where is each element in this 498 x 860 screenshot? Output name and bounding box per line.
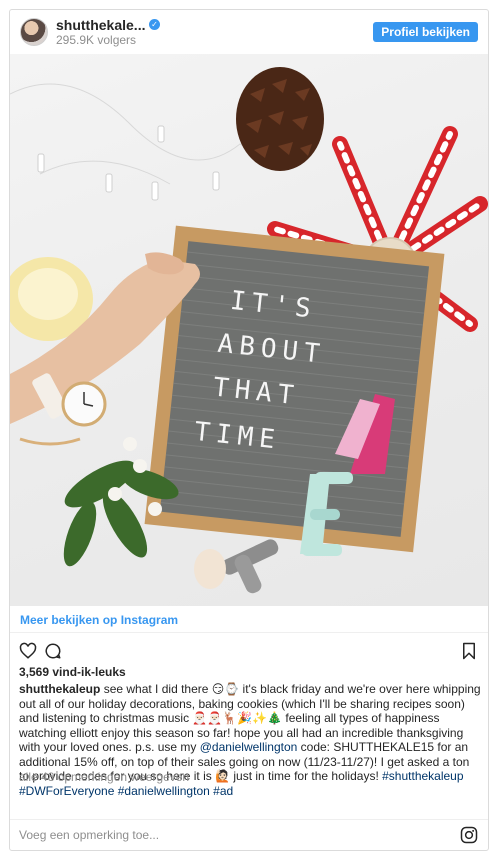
like-count: 3,569 vind-ik-leuks	[19, 665, 126, 679]
view-more-bar: Meer bekijken op Instagram	[10, 606, 488, 633]
caption-mention[interactable]: @danielwellington	[200, 740, 298, 754]
hashtag[interactable]: #shutthekaleup	[382, 769, 463, 783]
bookmark-icon[interactable]	[460, 642, 478, 660]
pine-cone	[236, 67, 324, 171]
caption-username[interactable]: shutthekaleup	[19, 682, 100, 696]
comment-bubble-icon[interactable]	[44, 642, 62, 660]
instagram-icon[interactable]	[460, 826, 478, 844]
view-all-comments-link[interactable]: alle 48 opmerkingen weergeven	[19, 770, 189, 784]
view-more-on-instagram-link[interactable]: Meer bekijken op Instagram	[20, 613, 178, 627]
post-header: shutthekale... ✓ 295.9K volgers Profiel …	[10, 10, 488, 54]
heart-icon[interactable]	[19, 642, 37, 660]
comment-input[interactable]	[19, 828, 419, 842]
hashtag[interactable]: #danielwellington	[118, 784, 210, 798]
hashtag[interactable]: #DWForEveryone	[19, 784, 114, 798]
comment-bar	[10, 819, 488, 850]
view-profile-button[interactable]: Profiel bekijken	[373, 22, 478, 42]
avatar[interactable]	[20, 18, 48, 46]
hashtag[interactable]: #ad	[213, 784, 233, 798]
post-photo[interactable]: IT'S ABOUT THAT TIME	[10, 54, 488, 606]
felt-letter-t	[194, 539, 279, 594]
follower-count: 295.9K volgers	[56, 33, 137, 47]
action-bar	[10, 634, 488, 664]
instagram-embed-card: shutthekale... ✓ 295.9K volgers Profiel …	[9, 9, 489, 851]
verified-badge-icon: ✓	[149, 19, 160, 30]
username[interactable]: shutthekale...	[56, 17, 145, 33]
